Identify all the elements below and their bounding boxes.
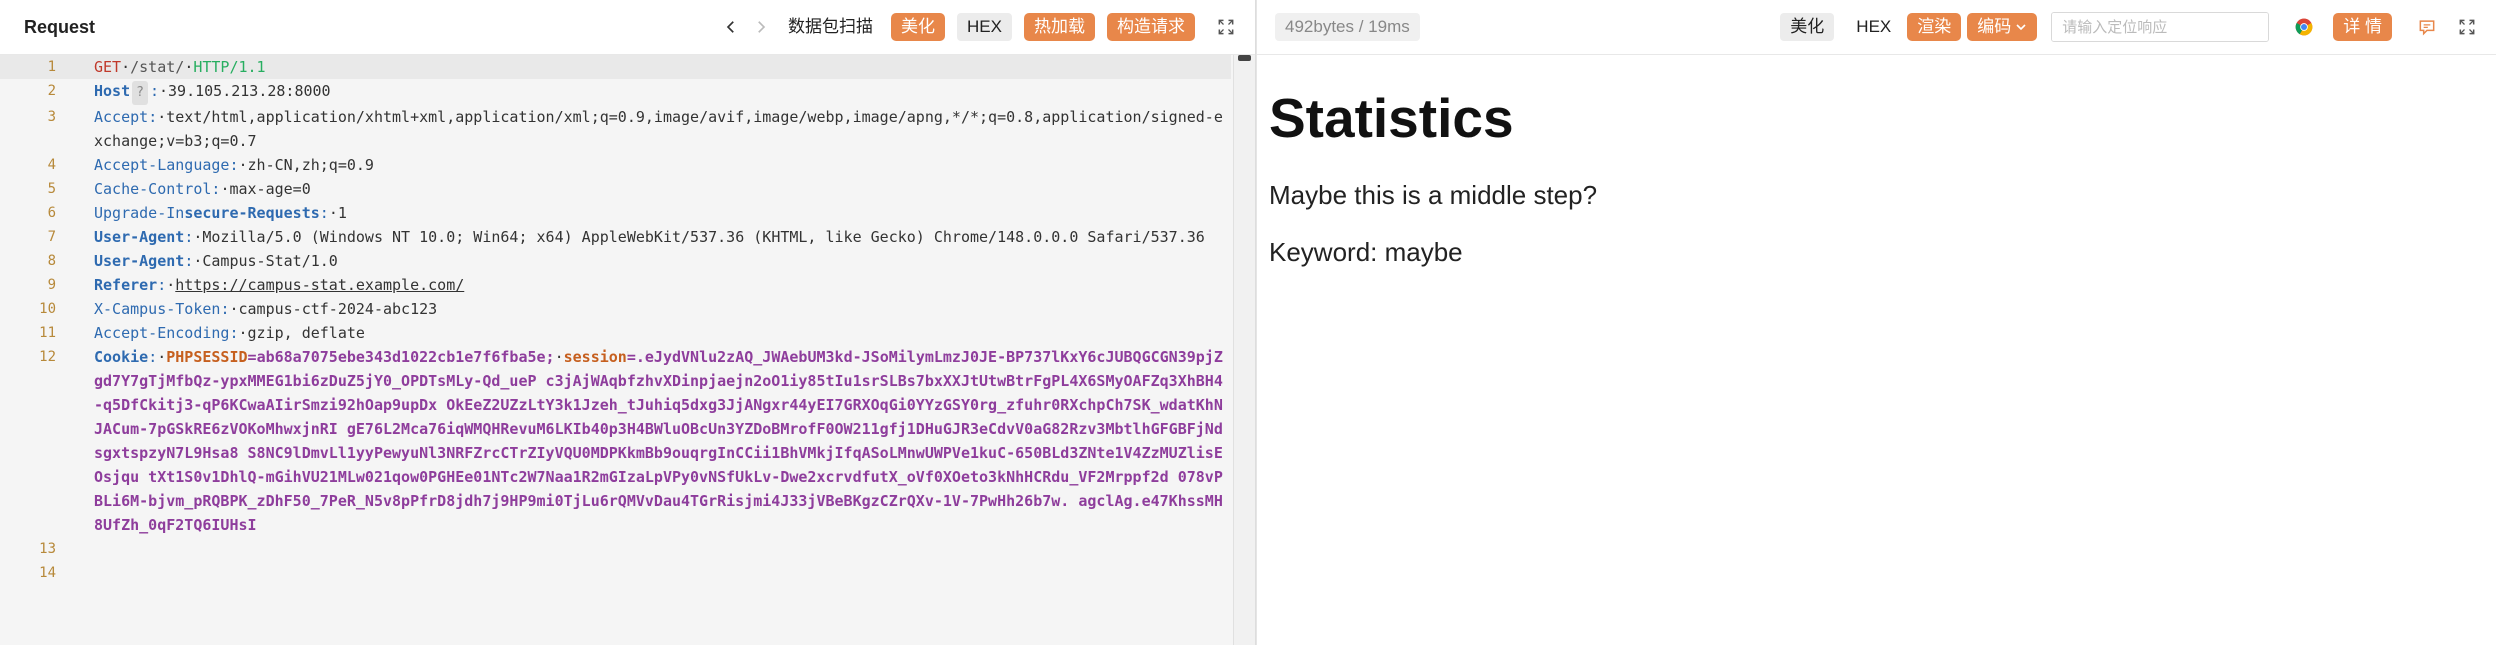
code-area[interactable]: 1 GET·/stat/·HTTP/1.1 2 Host?:·39.105.21…	[0, 55, 1231, 645]
response-beautify-button[interactable]: 美化	[1780, 13, 1835, 41]
header-value: zh-CN,zh;q=0.9	[247, 156, 374, 174]
open-in-chrome-button[interactable]	[2289, 12, 2319, 42]
line-number: 9	[47, 277, 56, 293]
response-toolbar: 492bytes / 19ms 美化 HEX 渲染 编码 详 情	[1257, 0, 2496, 55]
header-name: Cookie	[94, 348, 149, 366]
code-line: 2 Host?:·39.105.213.28:8000	[0, 79, 1231, 105]
fullscreen-icon	[1218, 19, 1234, 35]
fullscreen-button[interactable]	[1211, 12, 1241, 42]
keyword-paragraph: Keyword: maybe	[1269, 237, 1463, 267]
response-search	[2051, 12, 2270, 42]
request-title: Request	[24, 16, 96, 37]
code-line: 4 Accept-Language:·zh-CN,zh;q=0.9	[0, 153, 1231, 177]
hex-button[interactable]: HEX	[957, 13, 1012, 41]
header-value: max-age=0	[229, 180, 311, 198]
line-number: 6	[47, 205, 56, 221]
header-name: User-Agent	[94, 252, 185, 270]
hotload-button[interactable]: 热加载	[1024, 13, 1095, 41]
line-number: 11	[39, 325, 56, 341]
line-number: 3	[47, 109, 56, 125]
request-editor[interactable]: 1 GET·/stat/·HTTP/1.1 2 Host?:·39.105.21…	[0, 55, 1255, 645]
code-line: 11 Accept-Encoding:·gzip, deflate	[0, 321, 1231, 345]
header-name: X-Campus-Token	[94, 300, 221, 318]
encode-label: 编码	[1977, 17, 2012, 36]
code-line: 6 Upgrade-Insecure-Requests:·1	[0, 201, 1231, 225]
cookie-value: .eJydVNlu2zAQ_JWAebUM3kd-JSoMilymLmzJ0JE…	[94, 348, 1223, 534]
line-number: 13	[39, 541, 56, 557]
request-toolbar: Request 数据包扫描 美化 HEX 热加载 构造请求	[0, 0, 1255, 55]
header-name: Upgrade-In	[94, 204, 185, 222]
header-value: text/html,application/xhtml+xml,applicat…	[94, 108, 1223, 150]
rendered-response: Statistics Maybe this is a middle step? …	[1257, 56, 2496, 645]
cookie-name: session	[563, 348, 627, 366]
http-version: HTTP/1.1	[193, 58, 266, 76]
code-line: 9 Referer:·https://campus-stat.example.c…	[0, 273, 1231, 297]
detail-button[interactable]: 详 情	[2333, 13, 2392, 41]
scan-button[interactable]: 数据包扫描	[780, 12, 881, 42]
page-heading: Statistics	[1269, 87, 1514, 149]
header-name: Accept	[94, 108, 149, 126]
back-button[interactable]	[716, 12, 746, 42]
line-number: 8	[47, 253, 56, 269]
header-name: User-Agent	[94, 228, 185, 246]
code-line: 13	[0, 537, 1231, 561]
header-value: campus-ctf-2024-abc123	[238, 300, 438, 318]
line-number: 14	[39, 565, 56, 581]
code-line: 5 Cache-Control:·max-age=0	[0, 177, 1231, 201]
code-line: 12 Cookie:·PHPSESSID=ab68a7075ebe343d102…	[0, 345, 1231, 537]
request-pane: Request 数据包扫描 美化 HEX 热加载 构造请求 1 GET·/sta…	[0, 0, 1256, 645]
code-line: 14	[0, 561, 1231, 585]
chrome-icon	[2295, 18, 2313, 36]
line-number: 4	[47, 157, 56, 173]
response-paragraph: Maybe this is a middle step?	[1269, 180, 1598, 210]
line-number: 2	[47, 83, 56, 99]
code-line: 7 User-Agent:·Mozilla/5.0 (Windows NT 10…	[0, 225, 1231, 249]
chevron-down-icon	[2016, 24, 2026, 31]
response-pane: 492bytes / 19ms 美化 HEX 渲染 编码 详 情	[1256, 0, 2496, 645]
chevron-left-icon	[726, 21, 734, 33]
header-name: Accept-Language	[94, 156, 230, 174]
code-line: 1 GET·/stat/·HTTP/1.1	[0, 55, 1231, 79]
comment-icon	[2419, 20, 2435, 36]
render-button[interactable]: 渲染	[1907, 13, 1962, 41]
chevron-right-icon	[758, 21, 766, 33]
scrollbar-thumb[interactable]	[1238, 55, 1251, 61]
header-value: Mozilla/5.0 (Windows NT 10.0; Win64; x64…	[202, 228, 1205, 246]
construct-request-button[interactable]: 构造请求	[1107, 13, 1195, 41]
line-number: 10	[39, 301, 56, 317]
fullscreen-icon	[2459, 19, 2475, 35]
header-name: Referer	[94, 276, 158, 294]
line-number: 7	[47, 229, 56, 245]
comment-button[interactable]	[2412, 12, 2442, 42]
header-value: 1	[337, 204, 347, 222]
beautify-button[interactable]: 美化	[891, 13, 946, 41]
line-number: 1	[47, 59, 56, 75]
info-badge[interactable]: ?	[132, 81, 148, 105]
forward-button[interactable]	[746, 12, 776, 42]
response-stats: 492bytes / 19ms	[1275, 13, 1420, 41]
header-name: Host	[94, 82, 131, 100]
code-line: 10 X-Campus-Token:·campus-ctf-2024-abc12…	[0, 297, 1231, 321]
referer-link[interactable]: https://campus-stat.example.com/	[175, 276, 464, 294]
response-hex-button[interactable]: HEX	[1846, 13, 1901, 41]
editor-scrollbar[interactable]	[1233, 55, 1255, 645]
header-value: gzip, deflate	[247, 324, 365, 342]
line-number: 5	[47, 181, 56, 197]
response-fullscreen-button[interactable]	[2452, 12, 2482, 42]
request-path: /stat/	[130, 58, 185, 76]
code-line: 8 User-Agent:·Campus-Stat/1.0	[0, 249, 1231, 273]
header-name-highlight: secure-Requests	[184, 204, 320, 222]
line-number: 12	[39, 349, 56, 365]
encode-dropdown[interactable]: 编码	[1967, 13, 2038, 41]
search-input[interactable]	[2052, 13, 2269, 41]
header-name: Accept-Encoding	[94, 324, 230, 342]
code-line: 3 Accept:·text/html,application/xhtml+xm…	[0, 105, 1231, 153]
http-method: GET	[94, 58, 122, 76]
cookie-value: ab68a7075ebe343d1022cb1e7f6fba5e	[256, 348, 546, 366]
header-value: Campus-Stat/1.0	[202, 252, 338, 270]
cookie-name: PHPSESSID	[166, 348, 248, 366]
header-name: Cache-Control	[94, 180, 212, 198]
header-value: 39.105.213.28:8000	[168, 82, 331, 100]
